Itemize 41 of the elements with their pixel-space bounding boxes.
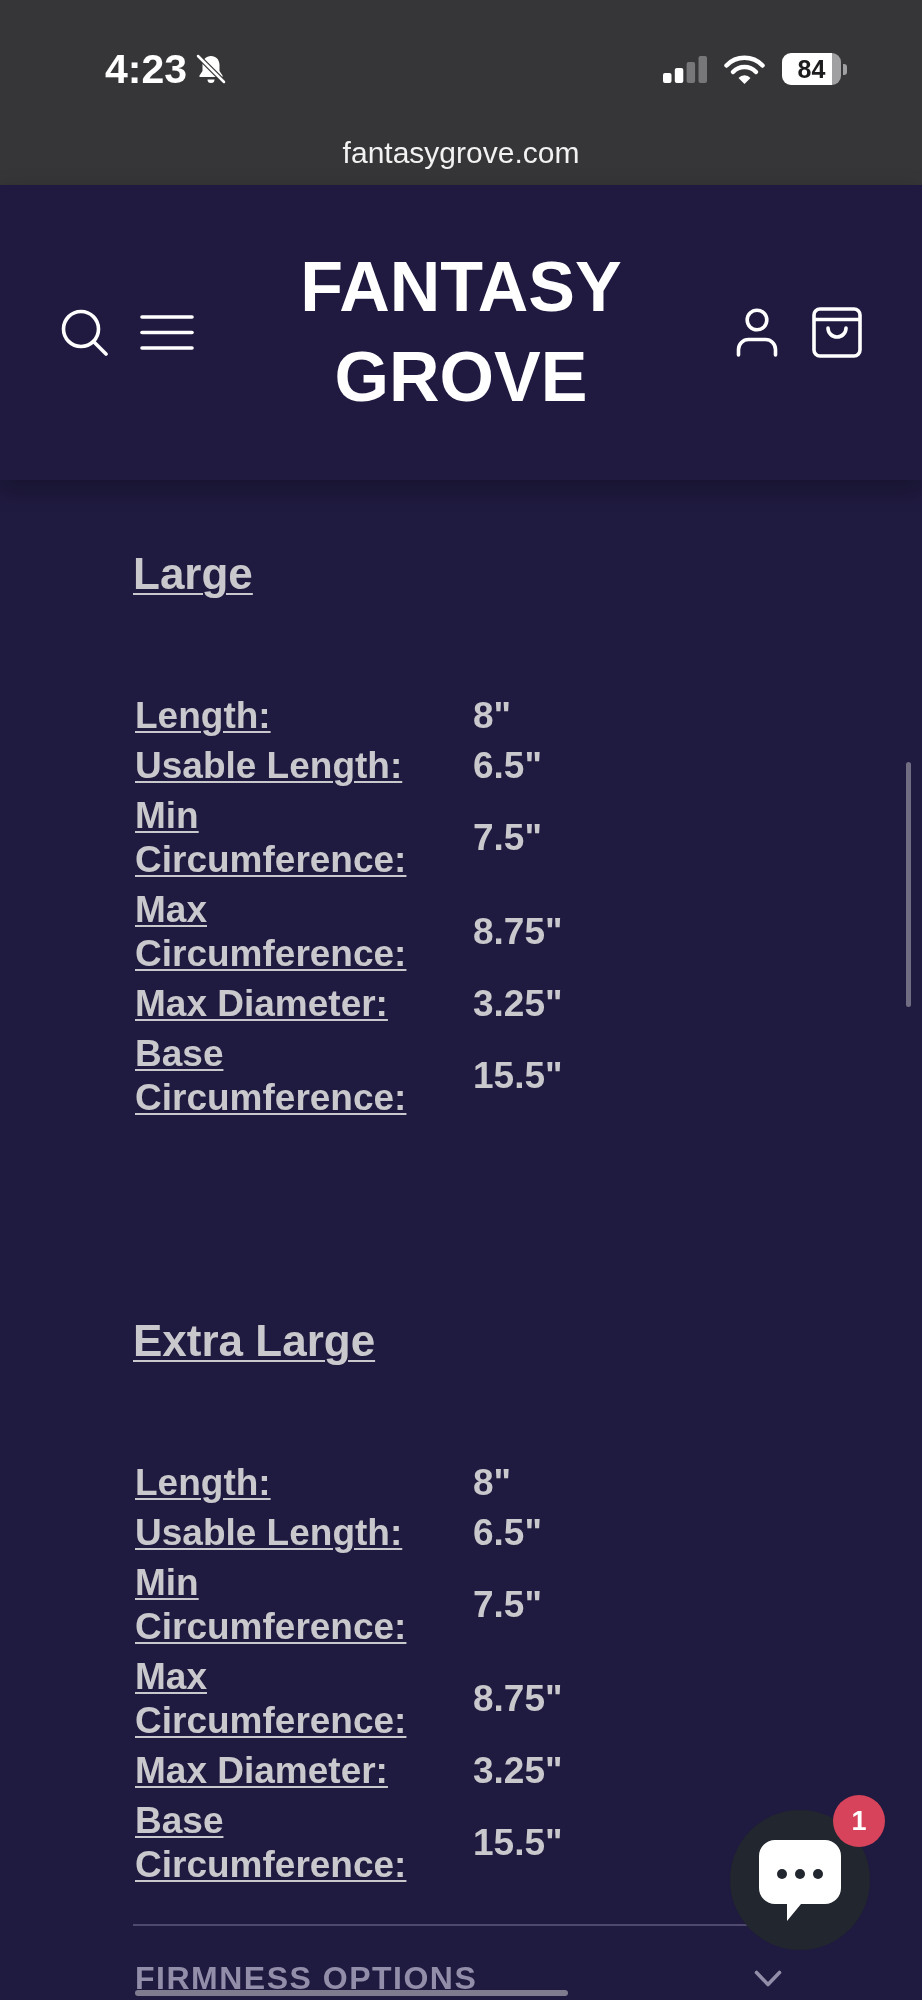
spec-label: Base Circumference: [135, 1033, 407, 1118]
spec-label: Max Circumference: [135, 1656, 407, 1741]
spec-label: Min Circumference: [135, 795, 407, 880]
spec-label: Max Circumference: [135, 889, 407, 974]
spec-value: 6.5" [473, 745, 542, 786]
spec-value: 8" [473, 1462, 512, 1503]
spec-label: Base Circumference: [135, 1800, 407, 1885]
spec-value: 7.5" [473, 817, 542, 858]
signal-icon [663, 55, 707, 83]
spec-value: 15.5" [473, 1822, 563, 1863]
spec-label: Length: [135, 1462, 271, 1503]
spec-value: 3.25" [473, 983, 563, 1024]
spec-label: Max Diameter: [135, 1750, 388, 1791]
spec-value: 8.75" [473, 911, 563, 952]
spec-label: Usable Length: [135, 745, 403, 786]
wifi-icon [724, 54, 765, 84]
spec-value: 8" [473, 695, 512, 736]
spec-label: Max Diameter: [135, 983, 388, 1024]
size-heading: Extra Large [133, 1315, 377, 1367]
page-url[interactable]: fantasygrove.com [342, 136, 580, 169]
search-icon[interactable] [61, 308, 108, 356]
battery-percentage: 84 [782, 53, 841, 85]
spec-value: 7.5" [473, 1584, 542, 1625]
spec-label: Length: [135, 695, 271, 736]
chat-bubble-icon [759, 1839, 841, 1921]
accordion-toggle[interactable]: FIRMNESS OPTIONS [133, 1959, 790, 1997]
shopping-bag-icon[interactable] [812, 306, 862, 358]
spec-value: 15.5" [473, 1055, 563, 1096]
spec-value: 8.75" [473, 1678, 563, 1719]
status-time: 4:23 [105, 45, 188, 93]
menu-icon[interactable] [140, 314, 194, 350]
bell-slash-icon [195, 53, 228, 85]
notification-badge: 1 [833, 1795, 885, 1847]
spec-value: 6.5" [473, 1512, 542, 1553]
spec-label: Min Circumference: [135, 1562, 407, 1647]
spec-value: 3.25" [473, 1750, 563, 1791]
spec-label: Usable Length: [135, 1512, 403, 1553]
site-logo[interactable]: FANTASY GROVE [271, 242, 651, 422]
user-icon[interactable] [736, 307, 778, 357]
size-heading: Large [133, 548, 254, 600]
chevron-down-icon [754, 1969, 782, 1987]
